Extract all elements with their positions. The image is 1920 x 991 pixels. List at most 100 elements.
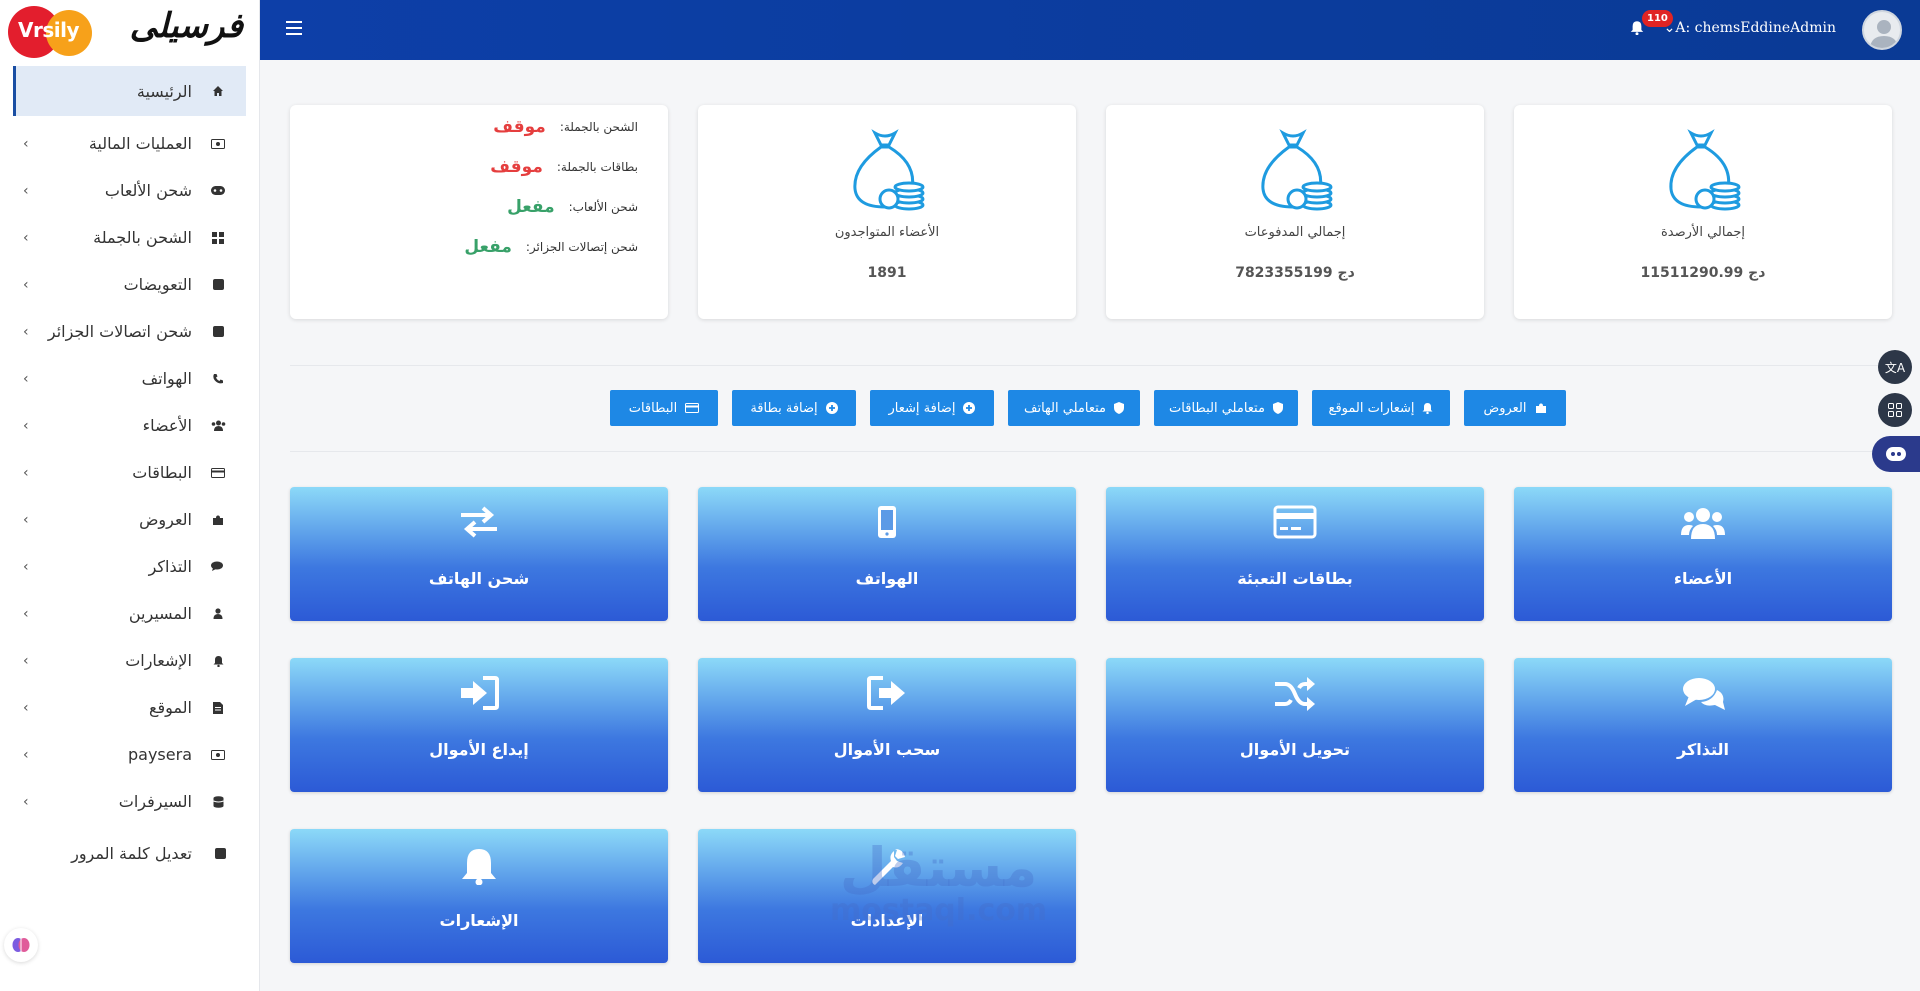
menu-toggle-icon[interactable] xyxy=(286,21,302,35)
divider xyxy=(290,451,1890,452)
chevron-left-icon: ‹ xyxy=(23,417,29,434)
sidebar-item-label: الهواتف xyxy=(141,369,192,388)
chevron-left-icon: ‹ xyxy=(23,793,29,810)
sidebar-item-members[interactable]: ‹ الأعضاء xyxy=(13,402,246,449)
quick-phone-dealers-button[interactable]: متعاملي الهاتف xyxy=(1008,390,1140,426)
money-bag-icon xyxy=(1669,129,1741,211)
tile-deposit-funds[interactable]: إيداع الأموال xyxy=(290,658,668,792)
tile-members[interactable]: الأعضاء xyxy=(1514,487,1892,621)
plus-circle-icon xyxy=(963,402,976,414)
sidebar-item-label: المسيرين xyxy=(128,604,192,623)
users-icon xyxy=(1681,508,1725,539)
brand-logo[interactable]: Vrsily xyxy=(8,6,104,58)
sign-out-icon xyxy=(867,676,905,710)
sidebar-item-label: البطاقات xyxy=(132,463,192,482)
sidebar-item-notifications[interactable]: ‹ الإشعارات xyxy=(13,637,246,684)
sign-in-icon xyxy=(461,676,499,710)
tile-label: شحن الهاتف xyxy=(428,569,530,588)
apps-grid-icon[interactable] xyxy=(1878,393,1912,427)
brand-name: فرسيلى xyxy=(129,6,244,46)
quick-add-notification-button[interactable]: إضافة إشعار xyxy=(870,390,994,426)
quick-offers-button[interactable]: العروض xyxy=(1464,390,1566,426)
sidebar-item-financial-ops[interactable]: ‹ العمليات المالية xyxy=(13,120,246,167)
chevron-left-icon: ‹ xyxy=(23,135,29,152)
sidebar-item-label: العروض xyxy=(139,510,192,529)
tile-label: الأعضاء xyxy=(1673,569,1733,588)
tile-settings[interactable]: الإعدادات xyxy=(698,829,1076,963)
tile-withdraw-funds[interactable]: سحب الأموال xyxy=(698,658,1076,792)
stat-value: 11511290.99 دج xyxy=(1640,265,1766,281)
square-icon xyxy=(208,847,232,859)
brain-icon[interactable] xyxy=(4,928,38,962)
money-bag-icon xyxy=(853,129,925,211)
services-status-card: الشحن بالجملة: موقف بطاقات بالجملة: موقف… xyxy=(290,105,668,319)
status-key: شحن إتصالات الجزائر: xyxy=(525,240,638,254)
sidebar-item-games[interactable]: ‹ شحن الألعاب xyxy=(13,167,246,214)
sidebar-item-label: paysera xyxy=(128,745,192,764)
puzzle-icon xyxy=(206,514,230,526)
tile-phone-recharge[interactable]: شحن الهاتف xyxy=(290,487,668,621)
tile-notifications[interactable]: الإشعارات xyxy=(290,829,668,963)
tile-label: بطاقات التعبئة xyxy=(1237,569,1353,588)
money-bag-icon xyxy=(1261,129,1333,211)
notifications-button[interactable]: 110 xyxy=(1630,10,1673,44)
tile-label: إيداع الأموال xyxy=(429,740,529,759)
chevron-left-icon: ‹ xyxy=(23,652,29,669)
home-icon xyxy=(206,85,230,97)
user-menu[interactable]: ⌄A: chemsEddineAdmin xyxy=(1664,20,1836,36)
assistant-bot-icon[interactable] xyxy=(1872,436,1920,472)
sidebar-item-tickets[interactable]: ‹ التذاكر xyxy=(13,543,246,590)
quick-card-dealers-button[interactable]: متعاملي البطاقات xyxy=(1154,390,1298,426)
quick-site-notifications-button[interactable]: إشعارات الموقع xyxy=(1312,390,1450,426)
tile-label: التذاكر xyxy=(1676,740,1729,759)
chevron-left-icon: ‹ xyxy=(23,229,29,246)
sidebar-item-home[interactable]: الرئيسية xyxy=(13,66,246,116)
sidebar-item-label: التذاكر xyxy=(148,557,192,576)
avatar[interactable] xyxy=(1862,10,1902,50)
chevron-left-icon: ‹ xyxy=(23,276,29,293)
comments-icon xyxy=(1683,678,1725,710)
sidebar-item-site[interactable]: ‹ الموقع xyxy=(13,684,246,731)
quick-button-label: إضافة إشعار xyxy=(888,400,956,416)
sidebar-item-servers[interactable]: ‹ السيرفرات xyxy=(13,778,246,825)
status-row: الشحن بالجملة: موقف xyxy=(493,117,638,137)
square-icon xyxy=(206,279,230,290)
sidebar-item-paysera[interactable]: ‹ paysera xyxy=(13,731,246,778)
sidebar-item-phones[interactable]: ‹ الهواتف xyxy=(13,355,246,402)
quick-button-label: إضافة بطاقة xyxy=(750,400,818,416)
chevron-left-icon: ‹ xyxy=(23,605,29,622)
stat-card-total-balances: إجمالي الأرصدة 11511290.99 دج xyxy=(1514,105,1892,319)
database-icon xyxy=(206,795,230,808)
shield-icon xyxy=(1272,402,1283,414)
bell-icon xyxy=(206,655,230,667)
tile-tickets[interactable]: التذاكر xyxy=(1514,658,1892,792)
file-icon xyxy=(206,701,230,714)
status-row: بطاقات بالجملة: موقف xyxy=(490,157,638,177)
sidebar-item-change-password[interactable]: تعديل كلمة المرور xyxy=(13,825,246,881)
sidebar-item-offers[interactable]: ‹ العروض xyxy=(13,496,246,543)
sidebar-item-label: الرئيسية xyxy=(136,81,192,101)
tile-label: الإشعارات xyxy=(439,911,519,930)
quick-cards-button[interactable]: البطاقات xyxy=(610,390,718,426)
status-key: بطاقات بالجملة: xyxy=(556,160,638,174)
tile-label: تحويل الأموال xyxy=(1239,740,1351,759)
quick-add-card-button[interactable]: إضافة بطاقة xyxy=(732,390,856,426)
translate-icon[interactable]: 文A xyxy=(1878,350,1912,384)
chevron-left-icon: ‹ xyxy=(23,746,29,763)
sidebar-item-algerie-telecom[interactable]: ‹ شحن اتصالات الجزائر xyxy=(13,308,246,355)
gamepad-icon xyxy=(206,186,230,195)
sidebar-item-compensations[interactable]: ‹ التعويضات xyxy=(13,261,246,308)
divider xyxy=(290,365,1890,366)
tile-recharge-cards[interactable]: بطاقات التعبئة xyxy=(1106,487,1484,621)
sidebar-item-bulk[interactable]: ‹ الشحن بالجملة xyxy=(13,214,246,261)
chevron-left-icon: ‹ xyxy=(23,182,29,199)
sidebar-item-label: تعديل كلمة المرور xyxy=(71,843,192,863)
quick-button-label: متعاملي البطاقات xyxy=(1169,400,1265,416)
sidebar-item-managers[interactable]: ‹ المسيرين xyxy=(13,590,246,637)
sidebar-item-label: الإشعارات xyxy=(125,651,192,670)
tile-phones[interactable]: الهواتف xyxy=(698,487,1076,621)
chevron-left-icon: ‹ xyxy=(23,558,29,575)
sidebar-item-cards[interactable]: ‹ البطاقات xyxy=(13,449,246,496)
status-key: الشحن بالجملة: xyxy=(559,120,638,134)
tile-transfer-funds[interactable]: تحويل الأموال xyxy=(1106,658,1484,792)
